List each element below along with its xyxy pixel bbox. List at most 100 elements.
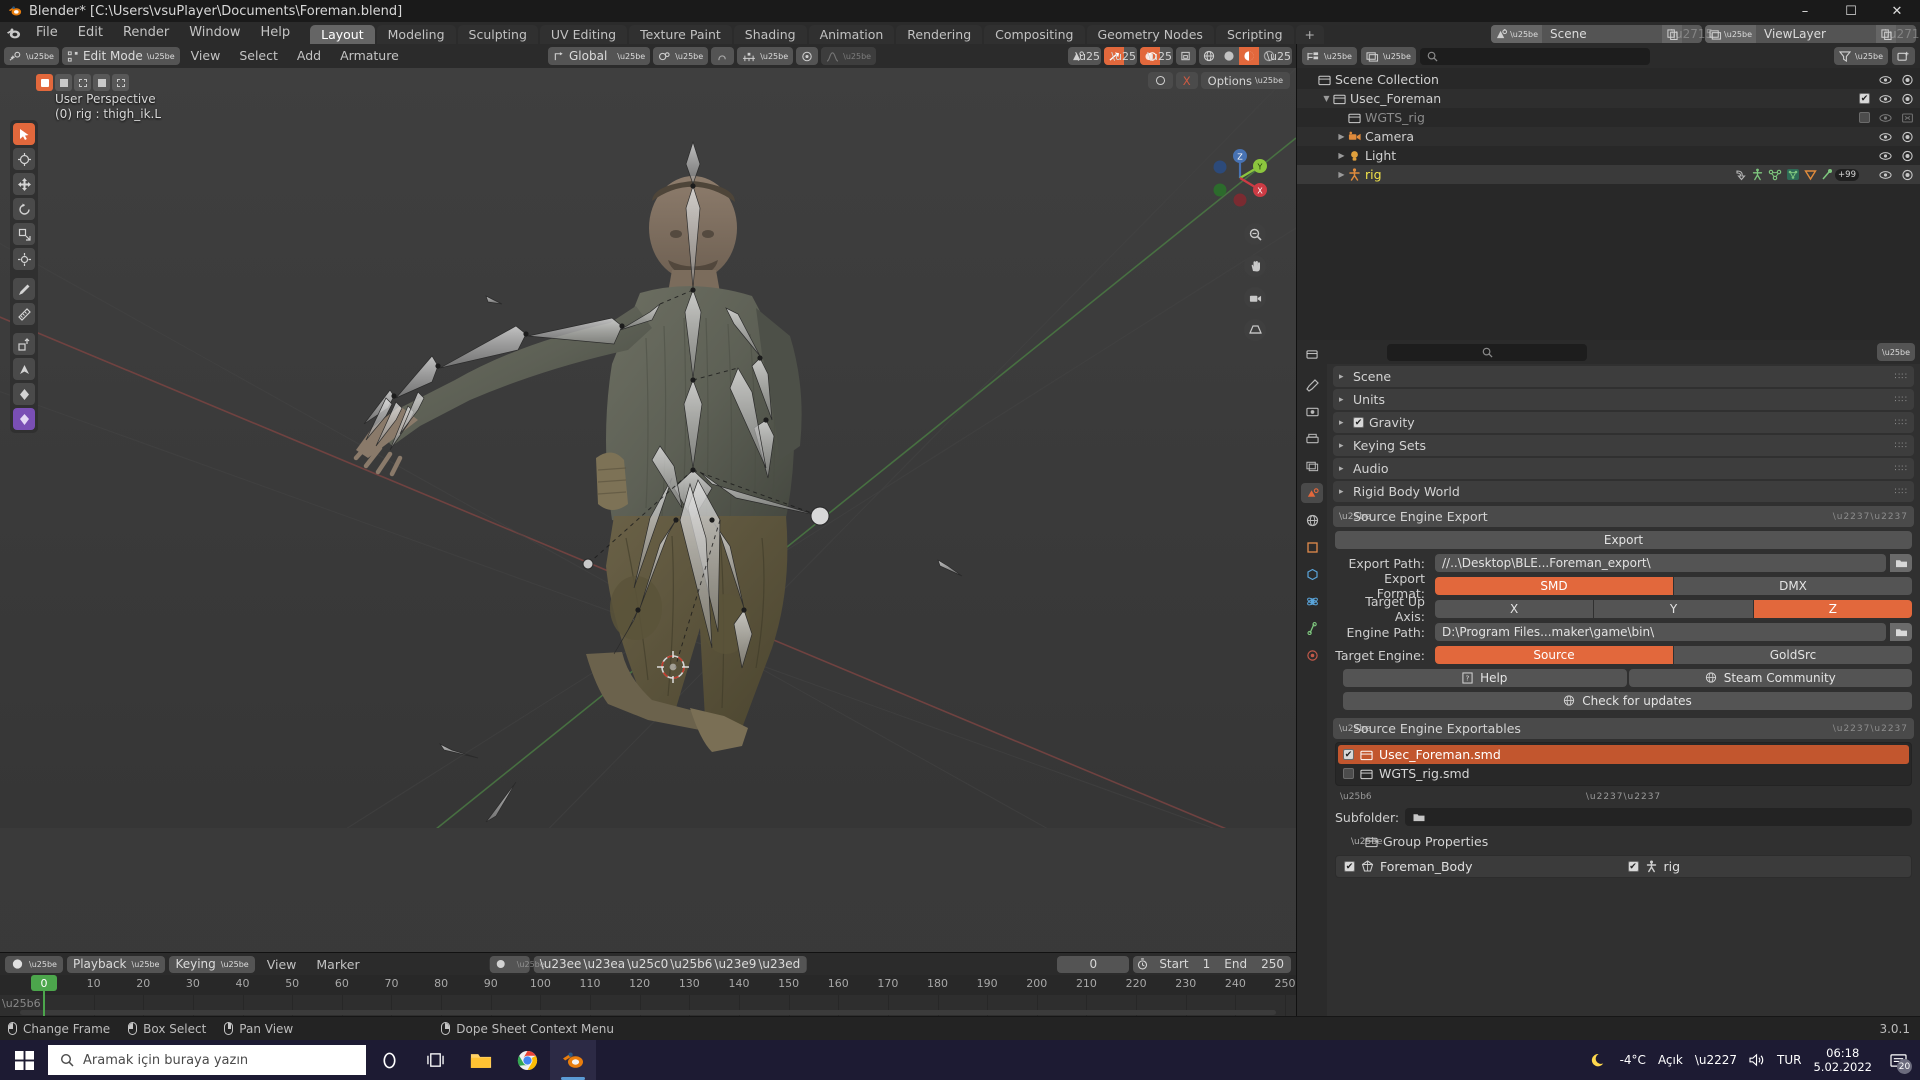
outliner-row-wgts-rig[interactable]: WGTS_rig bbox=[1297, 108, 1920, 127]
export-format-smd[interactable]: SMD bbox=[1435, 577, 1673, 595]
viewport-proportional-indicator[interactable] bbox=[1147, 72, 1173, 89]
chrome-icon[interactable] bbox=[504, 1040, 550, 1080]
menu-file[interactable]: File bbox=[26, 22, 68, 44]
overlays-dropdown-icon[interactable]: \u25be bbox=[1147, 47, 1173, 65]
tool-move[interactable] bbox=[13, 173, 35, 195]
exportable-row-0[interactable]: ✔ Usec_Foreman.smd bbox=[1338, 745, 1909, 764]
viewport-menu-armature[interactable]: Armature bbox=[332, 44, 407, 68]
timeline-menu-view[interactable]: View bbox=[259, 957, 305, 972]
panel-grip-icon[interactable]: ∷∷ bbox=[1895, 487, 1908, 497]
panel-source-engine-export[interactable]: \u25be Source Engine Export \u2237\u2237 bbox=[1333, 506, 1914, 527]
snap-toggle[interactable] bbox=[711, 47, 735, 65]
export-button[interactable]: Export bbox=[1335, 531, 1912, 549]
exportable-row-1[interactable]: WGTS_rig.smd bbox=[1338, 764, 1909, 783]
workspace-tab-layout[interactable]: Layout bbox=[310, 25, 375, 44]
outliner-display-mode-selector[interactable]: \u25be bbox=[1360, 47, 1416, 65]
properties-options-button[interactable]: \u25be bbox=[1877, 343, 1915, 361]
panel-units[interactable]: ▸ Units ∷∷ bbox=[1333, 389, 1914, 410]
tool-bone-size[interactable] bbox=[13, 383, 35, 405]
timeline-scrollbar[interactable] bbox=[20, 1010, 1276, 1015]
blender-taskbar-icon[interactable] bbox=[550, 1040, 596, 1080]
render-visibility-icon[interactable] bbox=[1901, 150, 1914, 162]
gizmo-dropdown-icon[interactable]: \u25be bbox=[1111, 47, 1137, 65]
tab-scene[interactable] bbox=[1301, 483, 1323, 503]
panel-rigid-body-world[interactable]: ▸ Rigid Body World ∷∷ bbox=[1333, 481, 1914, 502]
visibility-eye-icon[interactable] bbox=[1879, 151, 1892, 161]
group-item-checkbox[interactable]: ✔ bbox=[1627, 861, 1639, 872]
tool-transform[interactable] bbox=[13, 248, 35, 270]
snap-settings[interactable]: \u25be bbox=[737, 47, 794, 65]
visibility-eye-icon[interactable] bbox=[1879, 75, 1892, 85]
viewport-menu-select[interactable]: Select bbox=[231, 44, 286, 68]
workspace-tab-uv-editing[interactable]: UV Editing bbox=[539, 25, 628, 44]
engine-path-folder-icon[interactable] bbox=[1890, 623, 1912, 641]
tab-world[interactable] bbox=[1301, 510, 1323, 530]
group-item-foreman_body[interactable]: ✔ Foreman_Body bbox=[1344, 859, 1620, 874]
group-items-row[interactable]: ✔ Foreman_Body ✔ rig bbox=[1335, 855, 1912, 878]
select-mode-alt2[interactable] bbox=[112, 74, 129, 91]
export-format-dmx[interactable]: DMX bbox=[1674, 577, 1912, 595]
render-visibility-icon[interactable] bbox=[1901, 169, 1914, 181]
viewport-3d[interactable]: User Perspective (0) rig : thigh_ik.L Z … bbox=[0, 68, 1296, 1016]
outliner-new-collection-button[interactable] bbox=[1892, 47, 1915, 65]
target-engine-source[interactable]: Source bbox=[1435, 646, 1673, 664]
shading-mode-group[interactable]: \u25be bbox=[1199, 47, 1292, 65]
play-icon[interactable]: \u25b6 bbox=[670, 957, 712, 971]
pan-hand-icon[interactable] bbox=[1244, 255, 1266, 277]
maximize-button[interactable]: ☐ bbox=[1828, 0, 1874, 22]
volume-icon[interactable] bbox=[1749, 1053, 1765, 1067]
disclosure-arrow-icon[interactable]: ▶ bbox=[1335, 132, 1348, 141]
disclosure-arrow-icon[interactable]: ▼ bbox=[1320, 94, 1333, 103]
tab-output[interactable] bbox=[1301, 429, 1323, 449]
export-path-field[interactable]: //..\Desktop\BLE...Foreman_export\ bbox=[1435, 554, 1886, 572]
render-visibility-icon[interactable] bbox=[1901, 93, 1914, 105]
tab-tool[interactable] bbox=[1301, 375, 1323, 395]
start-frame-value[interactable]: 1 bbox=[1196, 957, 1218, 971]
tool-measure[interactable] bbox=[13, 303, 35, 325]
cortana-icon[interactable] bbox=[366, 1040, 412, 1080]
visibility-eye-icon[interactable] bbox=[1879, 113, 1892, 123]
editor-type-selector[interactable]: \u25be bbox=[4, 47, 59, 65]
solid-shading-icon[interactable] bbox=[1219, 47, 1239, 65]
viewport-menu-view[interactable]: View bbox=[183, 44, 229, 68]
properties-editor-type-selector[interactable] bbox=[1301, 344, 1323, 364]
taskbar-search-input[interactable]: Aramak için buraya yazın bbox=[48, 1045, 366, 1075]
transform-orientation-selector[interactable]: Global \u25be bbox=[548, 47, 651, 65]
check-updates-button[interactable]: Check for updates bbox=[1343, 692, 1912, 710]
overlays-toggle-group[interactable]: \u25be bbox=[1140, 47, 1173, 65]
jump-start-icon[interactable]: \u23ee bbox=[540, 957, 582, 971]
target-engine-goldsrc[interactable]: GoldSrc bbox=[1674, 646, 1912, 664]
engine-path-field[interactable]: D:\Program Files...maker\game\bin\ bbox=[1435, 623, 1886, 641]
frame-range-fields[interactable]: Start 1 End 250 bbox=[1133, 955, 1291, 973]
timeline-menu-marker[interactable]: Marker bbox=[308, 957, 367, 972]
viewlayer-selector[interactable]: \u25be ViewLayer \u2715 bbox=[1705, 25, 1920, 43]
steam-community-button[interactable]: Steam Community bbox=[1628, 669, 1912, 687]
panel-grip-icon[interactable]: ∷∷ bbox=[1895, 418, 1908, 428]
workspace-tab-compositing[interactable]: Compositing bbox=[984, 25, 1085, 44]
tool-bone-roll[interactable] bbox=[13, 358, 35, 380]
disclosure-arrow-icon[interactable]: ▶ bbox=[1335, 151, 1348, 160]
panel-source-engine-exportables[interactable]: \u25be Source Engine Exportables \u2237\… bbox=[1333, 718, 1914, 739]
target-up-axis-y[interactable]: Y bbox=[1594, 600, 1753, 618]
visibility-eye-icon[interactable] bbox=[1879, 170, 1892, 180]
exportable-checkbox[interactable] bbox=[1343, 768, 1354, 779]
render-visibility-icon[interactable] bbox=[1901, 112, 1914, 124]
tool-tweak[interactable] bbox=[13, 123, 35, 145]
taskview-icon[interactable] bbox=[412, 1040, 458, 1080]
language-indicator[interactable]: TUR bbox=[1777, 1053, 1801, 1067]
panel-grip-icon[interactable]: \u2237\u2237 bbox=[1833, 512, 1908, 522]
outliner-tree[interactable]: Scene Collection ▼ Usec_Foreman ✔ WGTS_rig ▶ C… bbox=[1297, 68, 1920, 340]
timeline-playback-menu[interactable]: Playback \u25be bbox=[66, 955, 166, 973]
timeline-ruler[interactable]: 0 10 20 30 40 50 60 70 80 90 100 110 120 130 140 150 160… bbox=[0, 975, 1296, 995]
tool-scale[interactable] bbox=[13, 223, 35, 245]
exportable-checkbox[interactable]: ✔ bbox=[1343, 749, 1354, 760]
viewport-menu-add[interactable]: Add bbox=[289, 44, 329, 68]
outliner-row-camera[interactable]: ▶ Camera bbox=[1297, 127, 1920, 146]
select-mode-vertex[interactable] bbox=[36, 74, 53, 91]
current-frame-field[interactable]: 0 bbox=[1057, 955, 1130, 973]
tab-render[interactable] bbox=[1301, 402, 1323, 422]
tray-expand-icon[interactable]: \u2227 bbox=[1695, 1053, 1737, 1067]
weather-condition[interactable]: Açık bbox=[1658, 1053, 1683, 1067]
panel-grip-icon[interactable]: ∷∷ bbox=[1895, 395, 1908, 405]
outliner-row-rig[interactable]: ▶ rig +99 bbox=[1297, 165, 1920, 184]
